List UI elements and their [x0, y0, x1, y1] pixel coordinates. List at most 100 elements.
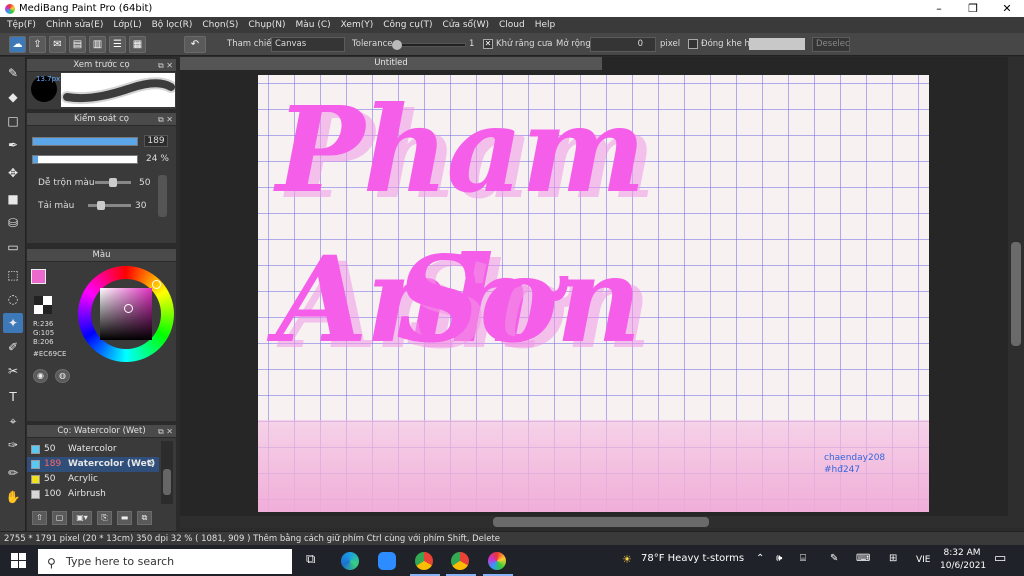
list-icon[interactable]: ☰ [109, 36, 126, 53]
brush-settings-icon[interactable]: ⎘ [97, 511, 112, 525]
pen-tool-icon[interactable]: ✒ [3, 135, 23, 155]
mix-slider-handle[interactable] [109, 178, 117, 187]
maximize-button[interactable]: ❐ [956, 0, 990, 17]
chevron-up-icon[interactable]: ⌃ [756, 553, 764, 564]
brush-list-scrollbar[interactable] [161, 441, 173, 504]
chat-icon[interactable]: ✉ [49, 36, 66, 53]
brush-item-selected[interactable]: 189 Watercolor (Wet) ⚙ [27, 457, 159, 472]
notification-icon[interactable]: ▭ [994, 551, 1006, 566]
menu-view[interactable]: Xem(Y) [336, 17, 379, 33]
medibang-icon[interactable] [488, 552, 506, 570]
cloud-brush-icon[interactable]: ⇧ [32, 511, 47, 525]
menu-help[interactable]: Help [530, 17, 561, 33]
volume-icon[interactable]: 🕪 [776, 553, 782, 564]
reload-slider-handle[interactable] [96, 201, 105, 210]
antialias-checkbox[interactable]: ✕ [483, 39, 493, 49]
hand-tool-icon[interactable]: ✋ [3, 487, 23, 507]
menu-cloud[interactable]: Cloud [494, 17, 530, 33]
menu-tools[interactable]: Công cụ(T) [378, 17, 437, 33]
keyboard-icon[interactable]: ⌨ [856, 553, 870, 564]
cloud-icon[interactable]: ☁ [9, 36, 26, 53]
chrome-profile-icon[interactable] [451, 552, 469, 570]
reload-slider[interactable] [88, 201, 131, 210]
menu-window[interactable]: Cửa sổ(W) [438, 17, 494, 33]
close-button[interactable]: ✕ [990, 0, 1024, 17]
bucket-tool-icon[interactable]: ⛁ [3, 213, 23, 233]
comment-icon[interactable]: ▤ [69, 36, 86, 53]
text-tool-icon[interactable]: T [3, 387, 23, 407]
menu-color[interactable]: Màu (C) [291, 17, 336, 33]
lasso-tool-icon[interactable]: ◌ [3, 289, 23, 309]
gradient-tool-icon[interactable]: ▭ [3, 237, 23, 257]
zoom-icon[interactable] [378, 552, 396, 570]
drawing-canvas[interactable]: Pham Anh Sơn chaenday208 #hđ247 [258, 75, 929, 512]
reference-select[interactable]: Canvas [271, 37, 345, 52]
magic-wand-tool-icon[interactable]: ✦ [3, 313, 23, 333]
mix-slider[interactable] [95, 178, 131, 187]
move-tool-icon[interactable]: ✥ [3, 163, 23, 183]
fill-shape-tool-icon[interactable]: ■ [3, 189, 23, 209]
select-eraser-tool-icon[interactable]: ✂ [3, 361, 23, 381]
saturation-value-square[interactable] [100, 288, 152, 340]
tolerance-slider-handle[interactable] [392, 40, 402, 50]
menu-snap[interactable]: Chụp(N) [243, 17, 290, 33]
sv-picker-handle[interactable] [124, 304, 133, 313]
opacity-slider[interactable] [32, 155, 138, 164]
brush-item[interactable]: 100 Airbrush [27, 487, 159, 502]
operation-tool-icon[interactable]: ⌖ [3, 411, 23, 431]
task-view-icon[interactable]: ⧉ [306, 552, 315, 567]
folder-icon[interactable]: ▬ [117, 511, 132, 525]
horizontal-scroll-thumb[interactable] [493, 517, 709, 527]
new-brush-icon[interactable]: ▢ [52, 511, 67, 525]
close-gap-value[interactable] [749, 38, 805, 50]
brush-control-scrollbar[interactable] [158, 175, 167, 217]
brush-item[interactable]: 50 Watercolor [27, 442, 159, 457]
select-tool-icon[interactable]: ⬚ [3, 265, 23, 285]
brush-tool-icon[interactable]: ✎ [3, 63, 23, 83]
brush-size-value[interactable]: 189 [144, 135, 168, 147]
ime-icon[interactable]: ⊞ [889, 553, 897, 564]
transparent-color-swatch[interactable] [34, 296, 52, 314]
grid-icon[interactable]: ▦ [129, 36, 146, 53]
eraser-tool-icon[interactable]: ◆ [3, 87, 23, 107]
hue-wheel[interactable] [78, 266, 174, 362]
select-pen-tool-icon[interactable]: ✐ [3, 337, 23, 357]
clock-date[interactable]: 10/6/2021 [940, 561, 986, 571]
palette-icon[interactable]: ◉ [33, 369, 48, 383]
foreground-color-swatch[interactable] [31, 269, 46, 284]
edge-icon[interactable] [341, 552, 359, 570]
close-gap-checkbox[interactable] [688, 39, 698, 49]
add-brush-menu-icon[interactable]: ▣▾ [72, 511, 92, 525]
chrome-icon[interactable] [415, 552, 433, 570]
upload-icon[interactable]: ⇪ [29, 36, 46, 53]
gear-icon[interactable]: ⚙ [147, 457, 155, 472]
document-tab[interactable]: Untitled [180, 57, 602, 70]
hue-picker-handle[interactable] [152, 280, 161, 289]
tolerance-slider[interactable] [392, 40, 466, 50]
windows-start-icon[interactable] [11, 553, 26, 568]
deselect-button[interactable]: Deselec [812, 37, 850, 52]
expand-input[interactable]: 0 [590, 37, 656, 52]
menu-filter[interactable]: Bộ lọc(R) [147, 17, 198, 33]
taskbar-search-input[interactable]: Type here to search [38, 549, 292, 574]
brush-size-slider[interactable] [32, 137, 138, 146]
menu-file[interactable]: Tệp(F) [2, 17, 41, 33]
color-history-icon[interactable]: ◍ [55, 369, 70, 383]
menu-edit[interactable]: Chỉnh sửa(E) [41, 17, 108, 33]
clock-time[interactable]: 8:32 AM [942, 548, 982, 558]
eyedropper-tool-icon[interactable]: ✑ [3, 435, 23, 455]
menu-select[interactable]: Chọn(S) [197, 17, 243, 33]
brush-item[interactable]: 50 Acrylic [27, 472, 159, 487]
menu-layer[interactable]: Lớp(L) [108, 17, 146, 33]
dot-tool-icon[interactable]: □ [3, 111, 23, 131]
undo-icon[interactable]: ↶ [184, 36, 206, 53]
network-icon[interactable]: ⌸ [800, 553, 806, 564]
pencil-tool-icon[interactable]: ✏ [3, 463, 23, 483]
weather-icon[interactable]: ☀ [622, 553, 632, 566]
pen-workspace-icon[interactable]: ✎ [830, 553, 838, 564]
weather-text[interactable]: 78°F Heavy t-storms [641, 553, 744, 564]
minimize-button[interactable]: – [922, 0, 956, 17]
vertical-scroll-thumb[interactable] [1011, 242, 1021, 346]
language-indicator[interactable]: VIE [916, 555, 931, 565]
duplicate-icon[interactable]: ⧉ [137, 511, 152, 525]
